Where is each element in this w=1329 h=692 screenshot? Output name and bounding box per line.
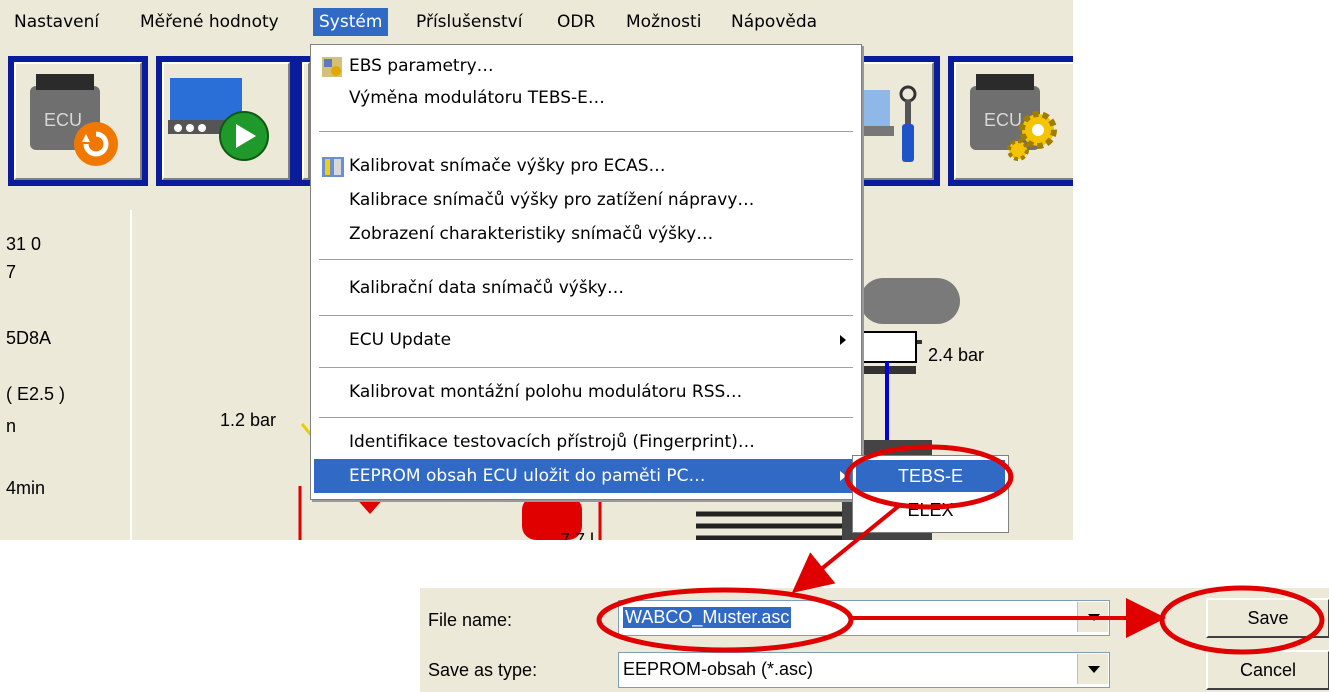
ecu-reset-icon: ECU [30,74,118,166]
menu-moznosti[interactable]: Možnosti [620,8,707,36]
menu-kalibrovat-rss[interactable]: Kalibrovat montážní polohu modulátoru RS… [314,375,858,409]
menu-item-label: ECU Update [349,330,452,350]
trailer-play-icon [168,78,269,161]
info-line-5: n [6,416,17,436]
menu-separator [319,417,853,419]
pressure-right-label: 2.4 bar [928,345,984,365]
menu-item-label: Kalibrovat snímače výšky pro ECAS… [349,156,666,176]
trailer-play-button[interactable] [156,56,296,186]
menu-item-label: EEPROM obsah ECU uložit do paměti PC… [349,466,706,486]
menu-odr[interactable]: ODR [551,8,601,36]
menu-separator [319,259,853,261]
menu-item-label: Identifikace testovacích přístrojů (Fing… [349,432,755,452]
menu-prislusenstvi[interactable]: Příslušenství [410,8,528,36]
diagnostic-tools-button[interactable] [858,56,940,186]
menu-ebs-parametry[interactable]: EBS parametry… [314,49,858,83]
menu-ecu-update[interactable]: ECU Update [314,323,858,357]
menu-item-label: Kalibrace snímačů výšky pro zatížení náp… [349,190,755,210]
save-file-dialog: File name: WABCO_Muster.asc Save as type… [420,588,1329,692]
ecu-label: ECU [984,110,1022,130]
menu-separator [319,315,853,317]
menu-item-label: Kalibrační data snímačů výšky… [349,278,624,298]
menu-item-label: Kalibrovat montážní polohu modulátoru RS… [349,382,743,402]
file-name-value: WABCO_Muster.asc [623,607,792,628]
menu-item-label: Výměna modulátoru TEBS-E… [349,88,605,108]
ebs-parameters-icon [322,57,342,77]
submenu-elex[interactable]: ELEX [856,494,1005,526]
eeprom-submenu: TEBS-E ELEX [852,455,1009,533]
menu-napoveda[interactable]: Nápověda [725,8,823,36]
menu-identifikace-fingerprint[interactable]: Identifikace testovacích přístrojů (Fing… [314,425,858,459]
volume-label: 7.7 l [560,530,594,540]
vehicle-info-panel: 31 0 7 5D8A ( E2.5 ) n 4min [0,210,132,540]
submenu-tebs-e[interactable]: TEBS-E [856,460,1005,492]
system-menu-dropdown: EBS parametry… Výměna modulátoru TEBS-E…… [310,44,862,500]
submenu-arrow-icon [840,471,846,481]
file-name-dropdown-icon[interactable] [1077,602,1108,632]
save-type-label: Save as type: [428,660,538,680]
save-button[interactable]: Save [1206,598,1329,638]
air-tank-icon [860,278,960,324]
cancel-button[interactable]: Cancel [1206,650,1329,690]
menu-kalibrovat-snimace-ecas[interactable]: Kalibrovat snímače výšky pro ECAS… [314,149,858,183]
menu-eeprom-ulozit[interactable]: EEPROM obsah ECU uložit do paměti PC… [314,459,858,493]
info-line-2: 7 [6,262,17,282]
file-name-label: File name: [428,610,513,630]
menu-kalibracni-data[interactable]: Kalibrační data snímačů výšky… [314,271,858,305]
info-line-3: 5D8A [6,328,52,348]
menu-bar: Nastavení Měřené hodnoty Systém Přísluše… [0,0,1073,44]
info-line-4: ( E2.5 ) [6,384,66,404]
height-sensor-icon [322,157,344,177]
save-type-select[interactable]: EEPROM-obsah (*.asc) [618,652,1110,688]
info-line-1: 31 0 [6,234,42,254]
menu-item-label: EBS parametry… [349,56,494,76]
submenu-arrow-icon [840,335,846,345]
menu-nastaveni[interactable]: Nastavení [8,8,105,36]
menu-separator [319,131,853,133]
ecu-settings-icon: ECU [970,74,1057,161]
ecu-settings-button[interactable]: ECU [948,56,1073,186]
menu-item-label: Zobrazení charakteristiky snímačů výšky… [349,224,714,244]
menu-zobrazeni-charakteristiky[interactable]: Zobrazení charakteristiky snímačů výšky… [314,217,858,251]
menu-separator [319,367,853,369]
menu-kalibrace-snimacu-naprava[interactable]: Kalibrace snímačů výšky pro zatížení náp… [314,183,858,217]
main-window: Nastavení Měřené hodnoty Systém Přísluše… [0,0,1073,540]
diagnostic-tools-icon [860,85,917,162]
ecu-reset-button[interactable]: ECU [8,56,148,186]
pressure-left-label: 1.2 bar [220,410,276,430]
file-name-input[interactable]: WABCO_Muster.asc [618,600,1110,636]
menu-merene-hodnoty[interactable]: Měřené hodnoty [134,8,285,36]
save-type-value: EEPROM-obsah (*.asc) [623,659,814,679]
menu-system[interactable]: Systém [313,8,389,36]
info-line-6: 4min [6,478,46,498]
menu-vymena-modulatoru[interactable]: Výměna modulátoru TEBS-E… [314,81,858,115]
ecu-label: ECU [44,110,82,130]
save-type-dropdown-icon[interactable] [1077,654,1108,684]
